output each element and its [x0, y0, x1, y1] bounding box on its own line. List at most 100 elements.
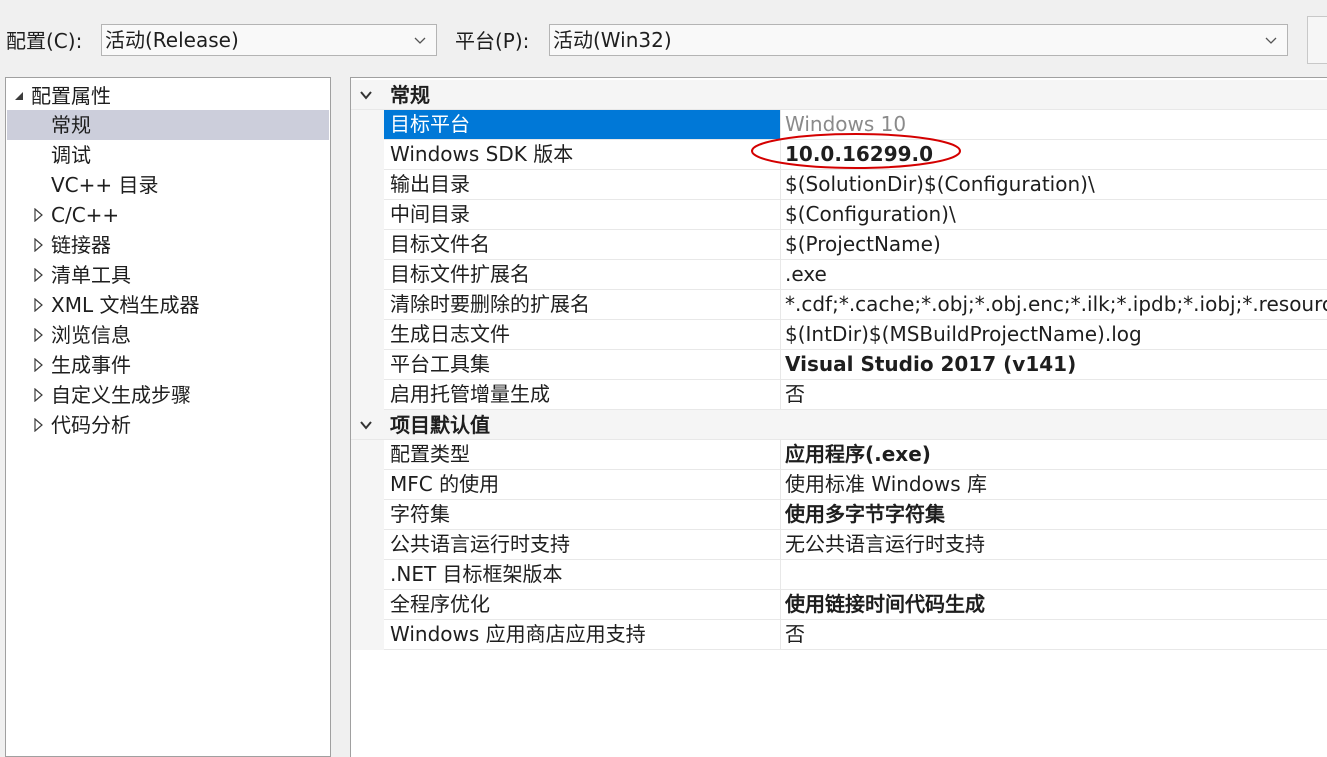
- property-value[interactable]: *.cdf;*.cache;*.obj;*.obj.enc;*.ilk;*.ip…: [780, 290, 1327, 320]
- property-name: 启用托管增量生成: [384, 380, 780, 410]
- tree-item-xml-doc-generator[interactable]: XML 文档生成器: [6, 290, 330, 320]
- platform-label: 平台(P):: [455, 29, 530, 53]
- property-row-platform-toolset[interactable]: 平台工具集 Visual Studio 2017 (v141): [351, 350, 1327, 380]
- property-value[interactable]: Visual Studio 2017 (v141): [780, 350, 1327, 380]
- triangle-collapsed-icon[interactable]: [33, 268, 45, 282]
- property-value[interactable]: 10.0.16299.0: [780, 140, 1327, 170]
- tree-item-label: 代码分析: [51, 413, 131, 437]
- tree-item-label: 浏览信息: [51, 323, 131, 347]
- property-name: .NET 目标框架版本: [384, 560, 780, 590]
- tree-item-label: 清单工具: [51, 263, 131, 287]
- tree-item-debugging[interactable]: 调试: [6, 140, 330, 170]
- property-row-mfc-usage[interactable]: MFC 的使用 使用标准 Windows 库: [351, 470, 1327, 500]
- property-row-clr-support[interactable]: 公共语言运行时支持 无公共语言运行时支持: [351, 530, 1327, 560]
- tree-item-general[interactable]: 常规: [7, 110, 329, 140]
- property-value[interactable]: 否: [780, 620, 1327, 650]
- triangle-collapsed-icon[interactable]: [33, 238, 45, 252]
- config-combobox[interactable]: 活动(Release): [101, 24, 437, 56]
- property-value[interactable]: 使用链接时间代码生成: [780, 590, 1327, 620]
- tree-item-custom-build-step[interactable]: 自定义生成步骤: [6, 380, 330, 410]
- tree-item-browse-info[interactable]: 浏览信息: [6, 320, 330, 350]
- property-name: Windows SDK 版本: [384, 140, 780, 170]
- tree-item-code-analysis[interactable]: 代码分析: [6, 410, 330, 440]
- config-combobox-value: 活动(Release): [105, 28, 239, 52]
- property-name: 配置类型: [384, 440, 780, 470]
- property-value[interactable]: 否: [780, 380, 1327, 410]
- property-row-intermediate-dir[interactable]: 中间目录 $(Configuration)\: [351, 200, 1327, 230]
- property-value[interactable]: 应用程序(.exe): [780, 440, 1327, 470]
- tree-item-label: 链接器: [51, 233, 111, 257]
- tree-item-vc-directories[interactable]: VC++ 目录: [6, 170, 330, 200]
- tree-item-label: 常规: [51, 113, 91, 137]
- triangle-expanded-icon[interactable]: [13, 89, 25, 103]
- category-general[interactable]: 常规: [351, 80, 1327, 110]
- tree-item-label: C/C++: [51, 203, 120, 227]
- property-name: Windows 应用商店应用支持: [384, 620, 780, 650]
- property-value[interactable]: .exe: [780, 260, 1327, 290]
- tree-item-linker[interactable]: 链接器: [6, 230, 330, 260]
- config-manager-button[interactable]: [1307, 16, 1327, 64]
- property-name: 中间目录: [384, 200, 780, 230]
- category-title: 常规: [390, 83, 430, 107]
- property-row-sdk-version[interactable]: Windows SDK 版本 10.0.16299.0: [351, 140, 1327, 170]
- property-name: 字符集: [384, 500, 780, 530]
- chevron-down-icon[interactable]: [359, 419, 373, 431]
- tree-item-label: VC++ 目录: [51, 173, 159, 197]
- tree-root[interactable]: 配置属性: [6, 81, 330, 111]
- property-row-store-app-support[interactable]: Windows 应用商店应用支持 否: [351, 620, 1327, 650]
- tree-item-label: 调试: [51, 143, 91, 167]
- property-name: 清除时要删除的扩展名: [384, 290, 780, 320]
- tree-item-manifest-tool[interactable]: 清单工具: [6, 260, 330, 290]
- config-label: 配置(C):: [6, 29, 83, 53]
- property-name: 目标文件扩展名: [384, 260, 780, 290]
- property-name: 生成日志文件: [384, 320, 780, 350]
- property-name: 目标平台: [384, 110, 780, 140]
- property-value[interactable]: $(SolutionDir)$(Configuration)\: [780, 170, 1327, 200]
- triangle-collapsed-icon[interactable]: [33, 208, 45, 222]
- triangle-collapsed-icon[interactable]: [33, 298, 45, 312]
- triangle-collapsed-icon[interactable]: [33, 328, 45, 342]
- tree-root-label: 配置属性: [31, 84, 111, 108]
- property-value[interactable]: 无公共语言运行时支持: [780, 530, 1327, 560]
- property-grid[interactable]: 常规 目标平台 Windows 10 Windows SDK 版本 10.0.1…: [350, 77, 1327, 757]
- triangle-collapsed-icon[interactable]: [33, 358, 45, 372]
- property-row-target-platform[interactable]: 目标平台 Windows 10: [351, 110, 1327, 140]
- property-value[interactable]: $(ProjectName): [780, 230, 1327, 260]
- property-name: 公共语言运行时支持: [384, 530, 780, 560]
- category-project-defaults[interactable]: 项目默认值: [351, 410, 1327, 440]
- property-row-clean-extensions[interactable]: 清除时要删除的扩展名 *.cdf;*.cache;*.obj;*.obj.enc…: [351, 290, 1327, 320]
- platform-combobox[interactable]: 活动(Win32): [549, 24, 1288, 56]
- property-value[interactable]: 使用标准 Windows 库: [780, 470, 1327, 500]
- property-row-managed-incremental[interactable]: 启用托管增量生成 否: [351, 380, 1327, 410]
- category-title: 项目默认值: [390, 413, 490, 437]
- property-tree[interactable]: 配置属性 常规 调试 VC++ 目录 C/C++ 链接器 清单工具 XML 文档…: [5, 77, 331, 757]
- property-name: 全程序优化: [384, 590, 780, 620]
- property-value[interactable]: [780, 560, 1327, 590]
- property-row-whole-program-opt[interactable]: 全程序优化 使用链接时间代码生成: [351, 590, 1327, 620]
- tree-item-label: 自定义生成步骤: [51, 383, 191, 407]
- property-name: MFC 的使用: [384, 470, 780, 500]
- tree-item-label: XML 文档生成器: [51, 293, 200, 317]
- chevron-down-icon: [1265, 37, 1277, 44]
- property-value[interactable]: Windows 10: [780, 110, 1327, 140]
- property-name: 输出目录: [384, 170, 780, 200]
- platform-combobox-value: 活动(Win32): [553, 28, 672, 52]
- property-value[interactable]: 使用多字节字符集: [780, 500, 1327, 530]
- tree-item-label: 生成事件: [51, 353, 131, 377]
- triangle-collapsed-icon[interactable]: [33, 388, 45, 402]
- property-row-config-type[interactable]: 配置类型 应用程序(.exe): [351, 440, 1327, 470]
- property-row-build-log[interactable]: 生成日志文件 $(IntDir)$(MSBuildProjectName).lo…: [351, 320, 1327, 350]
- chevron-down-icon: [414, 37, 426, 44]
- property-row-net-framework[interactable]: .NET 目标框架版本: [351, 560, 1327, 590]
- property-row-target-name[interactable]: 目标文件名 $(ProjectName): [351, 230, 1327, 260]
- property-name: 平台工具集: [384, 350, 780, 380]
- property-row-target-ext[interactable]: 目标文件扩展名 .exe: [351, 260, 1327, 290]
- property-row-output-dir[interactable]: 输出目录 $(SolutionDir)$(Configuration)\: [351, 170, 1327, 200]
- property-value[interactable]: $(IntDir)$(MSBuildProjectName).log: [780, 320, 1327, 350]
- tree-item-build-events[interactable]: 生成事件: [6, 350, 330, 380]
- triangle-collapsed-icon[interactable]: [33, 418, 45, 432]
- tree-item-c-cpp[interactable]: C/C++: [6, 200, 330, 230]
- property-value[interactable]: $(Configuration)\: [780, 200, 1327, 230]
- chevron-down-icon[interactable]: [359, 89, 373, 101]
- property-row-charset[interactable]: 字符集 使用多字节字符集: [351, 500, 1327, 530]
